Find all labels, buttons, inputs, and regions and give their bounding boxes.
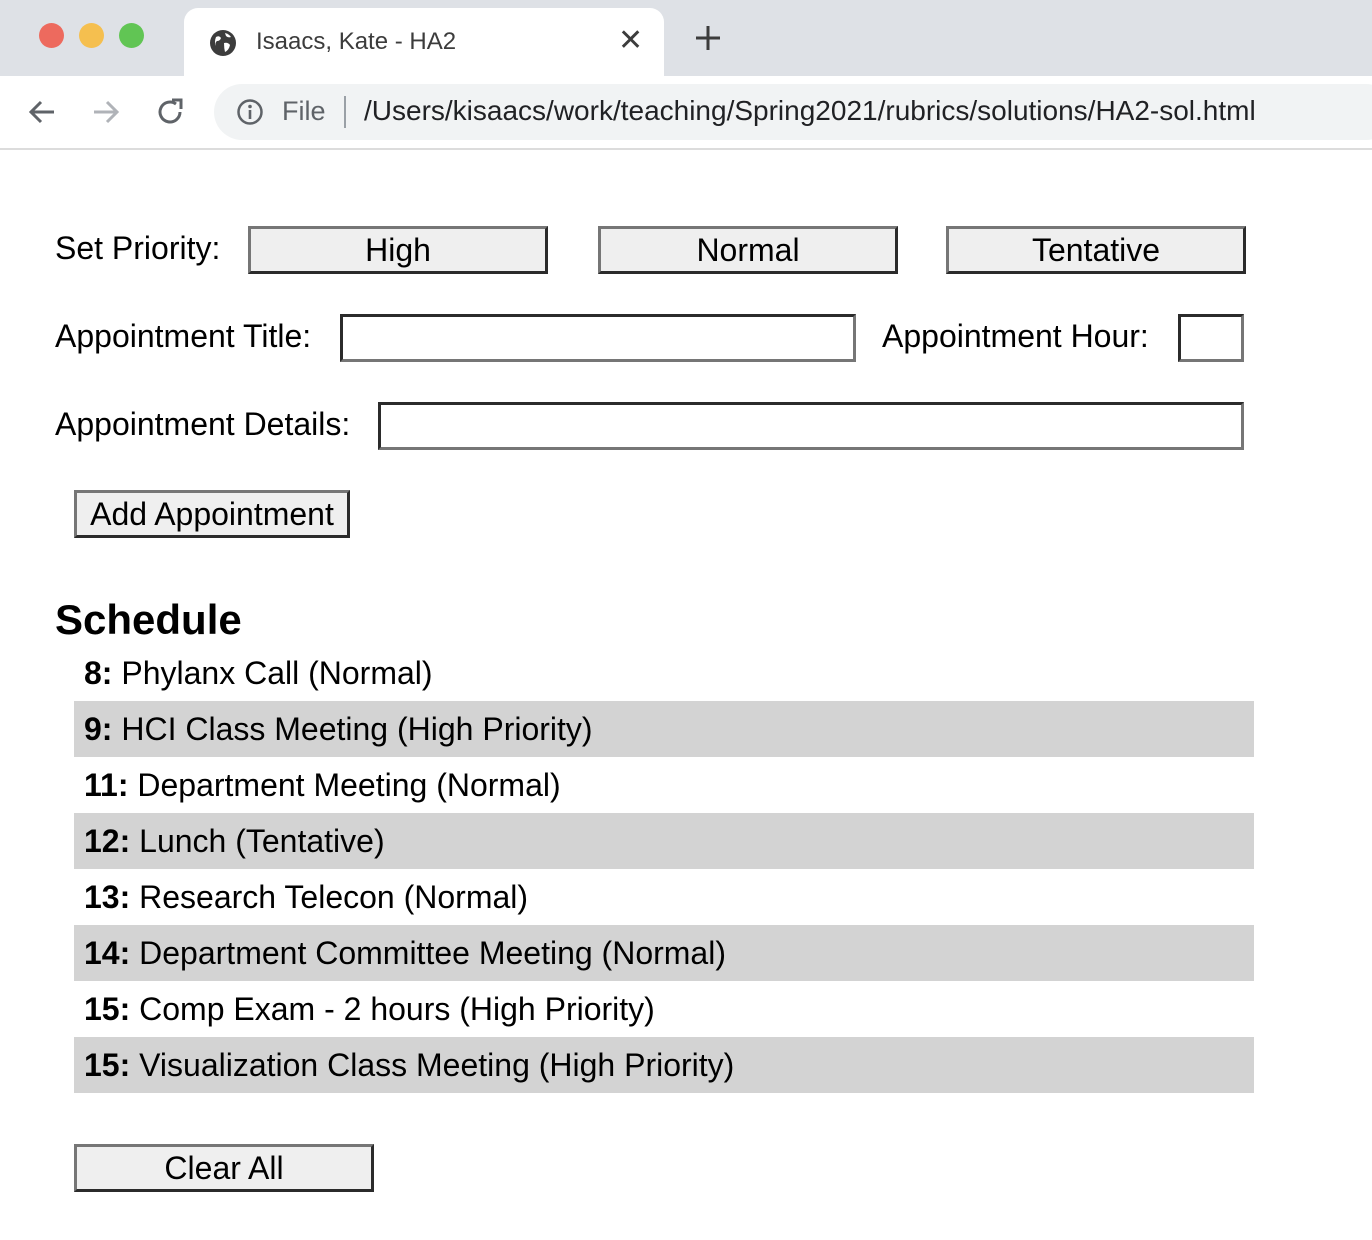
schedule-item: 14: Department Committee Meeting (Normal…	[74, 925, 1254, 981]
clear-all-button[interactable]: Clear All	[74, 1144, 374, 1192]
globe-icon	[210, 30, 236, 56]
appointment-title-label: Appointment Title:	[55, 318, 312, 354]
schedule-heading: Schedule	[55, 596, 242, 643]
schedule-item-text: Visualization Class Meeting (High Priori…	[130, 1047, 735, 1083]
reload-icon[interactable]	[154, 96, 186, 128]
schedule-item: 12: Lunch (Tentative)	[74, 813, 1254, 869]
schedule-item-text: Phylanx Call (Normal)	[112, 655, 433, 691]
schedule-item-hour: 8:	[84, 655, 113, 691]
browser-tab[interactable]: Isaacs, Kate - HA2 ✕	[184, 8, 664, 76]
forward-arrow-icon[interactable]	[90, 96, 122, 128]
appointment-title-input[interactable]	[340, 314, 856, 362]
schedule-item: 8: Phylanx Call (Normal)	[74, 645, 1254, 701]
address-bar[interactable]: File /Users/kisaacs/work/teaching/Spring…	[214, 84, 1372, 140]
schedule-item-hour: 15:	[84, 1047, 131, 1083]
schedule-item: 11: Department Meeting (Normal)	[74, 757, 1254, 813]
schedule-item-hour: 15:	[84, 991, 131, 1027]
schedule-item-hour: 14:	[84, 935, 131, 971]
new-tab-icon[interactable]	[692, 22, 724, 54]
address-divider	[344, 96, 346, 128]
appointment-details-input[interactable]	[378, 402, 1244, 450]
tab-title: Isaacs, Kate - HA2	[256, 28, 457, 55]
schedule-item: 9: HCI Class Meeting (High Priority)	[74, 701, 1254, 757]
schedule-item: 13: Research Telecon (Normal)	[74, 869, 1254, 925]
schedule-item: 15: Comp Exam - 2 hours (High Priority)	[74, 981, 1254, 1037]
close-window-button[interactable]	[39, 23, 64, 48]
appointment-details-label: Appointment Details:	[55, 406, 351, 442]
schedule-item-hour: 12:	[84, 823, 131, 859]
schedule-item: 15: Visualization Class Meeting (High Pr…	[74, 1037, 1254, 1093]
browser-tab-bar: Isaacs, Kate - HA2 ✕	[0, 0, 1372, 76]
schedule-list: 8: Phylanx Call (Normal) 9: HCI Class Mee…	[74, 645, 1254, 1093]
url-text[interactable]: /Users/kisaacs/work/teaching/Spring2021/…	[364, 95, 1256, 127]
schedule-item-hour: 9:	[84, 711, 113, 747]
schedule-item-text: Department Meeting (Normal)	[128, 767, 561, 803]
add-appointment-button[interactable]: Add Appointment	[74, 490, 350, 538]
appointment-hour-input[interactable]	[1178, 314, 1244, 362]
schedule-item-text: Lunch (Tentative)	[130, 823, 385, 859]
schedule-item-text: HCI Class Meeting (High Priority)	[112, 711, 593, 747]
schedule-item-hour: 13:	[84, 879, 131, 915]
url-scheme-label: File	[282, 96, 326, 126]
priority-tentative-button[interactable]: Tentative	[946, 226, 1246, 274]
schedule-item-text: Research Telecon (Normal)	[130, 879, 529, 915]
close-tab-icon[interactable]: ✕	[618, 26, 643, 56]
info-icon[interactable]	[236, 98, 264, 126]
priority-normal-button[interactable]: Normal	[598, 226, 898, 274]
browser-toolbar: File /Users/kisaacs/work/teaching/Spring…	[0, 76, 1372, 150]
back-arrow-icon[interactable]	[26, 96, 58, 128]
schedule-item-text: Department Committee Meeting (Normal)	[130, 935, 726, 971]
priority-high-button[interactable]: High	[248, 226, 548, 274]
schedule-item-text: Comp Exam - 2 hours (High Priority)	[130, 991, 655, 1027]
appointment-hour-label: Appointment Hour:	[882, 318, 1149, 354]
schedule-item-hour: 11:	[84, 767, 129, 803]
set-priority-label: Set Priority:	[55, 230, 221, 266]
minimize-window-button[interactable]	[79, 23, 104, 48]
maximize-window-button[interactable]	[119, 23, 144, 48]
